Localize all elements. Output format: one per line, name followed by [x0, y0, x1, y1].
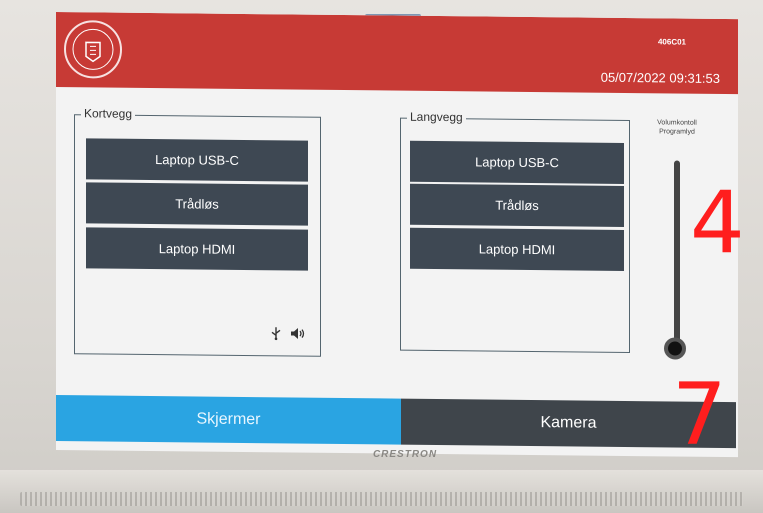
volume-label: Volumkontoll Programlyd	[642, 118, 712, 137]
panel-kortvegg: Kortvegg Laptop USB-C Trådløs Laptop HDM…	[74, 106, 321, 357]
volume-label-line2: Programlyd	[659, 128, 695, 136]
volume-slider-handle[interactable]	[664, 337, 686, 360]
brand-logo: CRESTRON	[372, 449, 438, 460]
annotation-4: 4	[690, 173, 745, 273]
usb-icon	[270, 326, 282, 345]
volume-slider[interactable]	[674, 160, 680, 345]
university-seal-logo	[64, 20, 122, 79]
source-laptop-hdmi-button[interactable]: Laptop HDMI	[410, 227, 624, 271]
source-wireless-button[interactable]: Trådløs	[410, 183, 624, 227]
source-laptop-hdmi-button[interactable]: Laptop HDMI	[86, 227, 308, 271]
speaker-icon	[290, 326, 306, 345]
source-laptop-usbc-button[interactable]: Laptop USB-C	[86, 138, 308, 182]
annotation-7: 7	[672, 365, 727, 465]
source-wireless-button[interactable]: Trådløs	[86, 182, 308, 226]
date-time: 05/07/2022 09:31:53	[600, 69, 720, 86]
status-icons	[270, 326, 306, 345]
tab-screens[interactable]: Skjermer	[56, 395, 401, 445]
touch-screen: 406C01 05/07/2022 09:31:53 Kortvegg Lapt…	[56, 12, 738, 458]
source-laptop-usbc-button[interactable]: Laptop USB-C	[410, 140, 624, 184]
panel-langvegg: Langvegg Laptop USB-C Trådløs Laptop HDM…	[400, 109, 630, 354]
speaker-grille	[20, 492, 743, 506]
header-bar: 406C01 05/07/2022 09:31:53	[56, 12, 738, 95]
room-code: 406C01	[657, 37, 686, 47]
panel-title: Langvegg	[407, 109, 466, 125]
panel-title: Kortvegg	[81, 106, 136, 121]
